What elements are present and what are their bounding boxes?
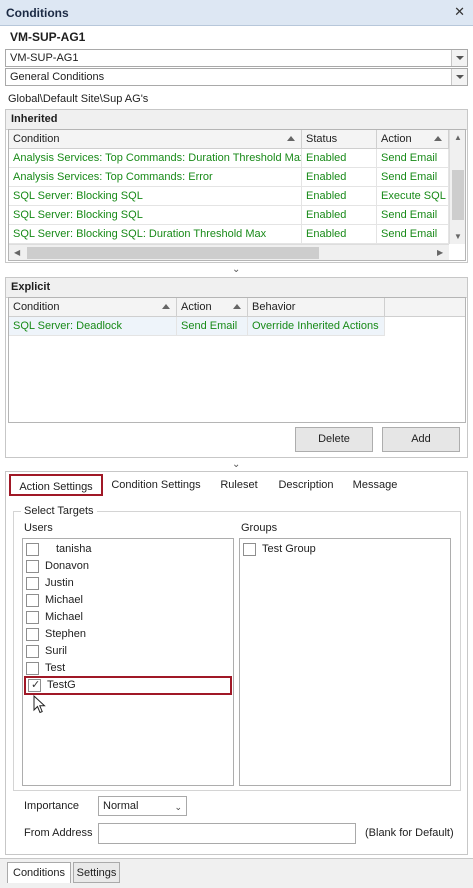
table-row[interactable]: SQL Server: Blocking SQL Enabled Execute…	[9, 187, 449, 206]
importance-label: Importance	[24, 800, 80, 812]
window-titlebar: Conditions ✕	[0, 0, 473, 26]
chevron-down-icon: ⌄	[174, 802, 182, 812]
explicit-header: Explicit	[6, 278, 467, 298]
tab-condition-settings[interactable]: Condition Settings	[108, 474, 204, 496]
server-combo-value: VM-SUP-AG1	[10, 52, 79, 64]
inherited-section: Inherited Condition Status Action Analys…	[5, 109, 468, 263]
checkmark-icon: ✓	[31, 679, 41, 691]
select-targets-title: Select Targets	[21, 505, 97, 517]
delete-button[interactable]: Delete	[295, 427, 373, 452]
scrollbar-thumb[interactable]	[452, 170, 464, 220]
explicit-section: Explicit Condition Action Behavior SQL S…	[5, 277, 468, 458]
sort-ascending-icon	[434, 136, 442, 141]
server-combo-dropdown-button[interactable]	[451, 50, 467, 66]
inherited-vertical-scrollbar[interactable]: ▲ ▼	[449, 130, 465, 244]
checkbox[interactable]	[26, 611, 39, 624]
add-button[interactable]: Add	[382, 427, 460, 452]
splitter-collapse-icon[interactable]: ⌄	[232, 459, 240, 470]
groups-label: Groups	[241, 522, 278, 534]
list-item[interactable]: Test Group	[243, 541, 447, 558]
table-row[interactable]: SQL Server: Blocking SQL: Duration Thres…	[9, 225, 449, 244]
from-address-input[interactable]	[98, 823, 356, 844]
sort-ascending-icon	[233, 304, 241, 309]
list-item[interactable]: Stephen	[26, 626, 230, 643]
tab-message[interactable]: Message	[347, 474, 403, 496]
server-combo[interactable]: VM-SUP-AG1	[5, 49, 468, 67]
list-item[interactable]: Test	[26, 660, 230, 677]
explicit-title: Explicit	[11, 281, 51, 293]
tab-conditions[interactable]: Conditions	[7, 862, 71, 883]
importance-value: Normal	[103, 800, 139, 812]
sort-ascending-icon	[287, 136, 295, 141]
table-row[interactable]: SQL Server: Blocking SQL Enabled Send Em…	[9, 206, 449, 225]
column-header-action[interactable]: Action	[377, 130, 449, 149]
splitter-collapse-icon[interactable]: ⌄	[232, 264, 240, 275]
column-header-condition[interactable]: Condition	[9, 130, 302, 149]
list-item[interactable]: Michael	[26, 592, 230, 609]
scroll-right-icon[interactable]: ▶	[437, 248, 443, 257]
column-header-condition[interactable]: Condition	[9, 298, 177, 317]
checkbox[interactable]	[26, 560, 39, 573]
groups-listbox[interactable]: Test Group	[239, 538, 451, 786]
inherited-title: Inherited	[11, 113, 58, 125]
window-title: Conditions	[6, 6, 69, 20]
checkbox[interactable]	[26, 594, 39, 607]
tab-action-settings[interactable]: Action Settings	[9, 474, 103, 496]
bottom-tab-strip: Conditions Settings	[0, 858, 473, 888]
list-item[interactable]: tanisha	[26, 541, 230, 558]
scrollbar-thumb[interactable]	[27, 247, 319, 259]
tab-settings[interactable]: Settings	[73, 862, 120, 883]
breadcrumb-path: Global\Default Site\Sup AG's	[8, 93, 149, 105]
scroll-up-icon[interactable]: ▲	[454, 133, 462, 142]
scroll-left-icon[interactable]: ◀	[14, 248, 20, 257]
list-item-selected[interactable]: ✓ TestG	[24, 676, 232, 695]
from-address-label: From Address	[24, 827, 93, 839]
mouse-pointer-icon	[33, 695, 46, 714]
checkbox-checked[interactable]: ✓	[28, 679, 41, 692]
table-row[interactable]: Analysis Services: Top Commands: Error E…	[9, 168, 449, 187]
list-item[interactable]: Justin	[26, 575, 230, 592]
list-item[interactable]: Suril	[26, 643, 230, 660]
chevron-down-icon	[456, 56, 464, 60]
sort-ascending-icon	[162, 304, 170, 309]
checkbox[interactable]	[26, 543, 39, 556]
close-icon[interactable]: ✕	[454, 4, 465, 20]
importance-select[interactable]: Normal ⌄	[98, 796, 187, 816]
list-item[interactable]: Michael	[26, 609, 230, 626]
checkbox[interactable]	[243, 543, 256, 556]
scroll-down-icon[interactable]: ▼	[454, 232, 462, 241]
checkbox[interactable]	[26, 662, 39, 675]
users-label: Users	[24, 522, 53, 534]
inherited-horizontal-scrollbar[interactable]: ◀ ▶	[9, 244, 449, 260]
inherited-grid[interactable]: Condition Status Action Analysis Service…	[8, 129, 466, 261]
checkbox[interactable]	[26, 628, 39, 641]
condition-type-combo[interactable]: General Conditions	[5, 68, 468, 86]
checkbox[interactable]	[26, 577, 39, 590]
checkbox[interactable]	[26, 645, 39, 658]
inherited-header: Inherited	[6, 110, 467, 130]
server-name-heading: VM-SUP-AG1	[10, 30, 86, 44]
column-header-action[interactable]: Action	[177, 298, 248, 317]
table-row[interactable]: Analysis Services: Top Commands: Duratio…	[9, 149, 449, 168]
list-item[interactable]: Donavon	[26, 558, 230, 575]
users-listbox[interactable]: tanisha Donavon Justin Michael Michael S…	[22, 538, 234, 786]
tab-ruleset[interactable]: Ruleset	[214, 474, 264, 496]
condition-type-dropdown-button[interactable]	[451, 69, 467, 85]
explicit-grid[interactable]: Condition Action Behavior SQL Server: De…	[8, 297, 466, 423]
column-header-status[interactable]: Status	[302, 130, 377, 149]
chevron-down-icon	[456, 75, 464, 79]
condition-type-value: General Conditions	[10, 71, 105, 83]
tab-description[interactable]: Description	[272, 474, 340, 496]
column-header-behavior[interactable]: Behavior	[248, 298, 385, 317]
table-row[interactable]: SQL Server: Deadlock Send Email Override…	[9, 317, 385, 336]
from-address-hint: (Blank for Default)	[365, 827, 454, 839]
